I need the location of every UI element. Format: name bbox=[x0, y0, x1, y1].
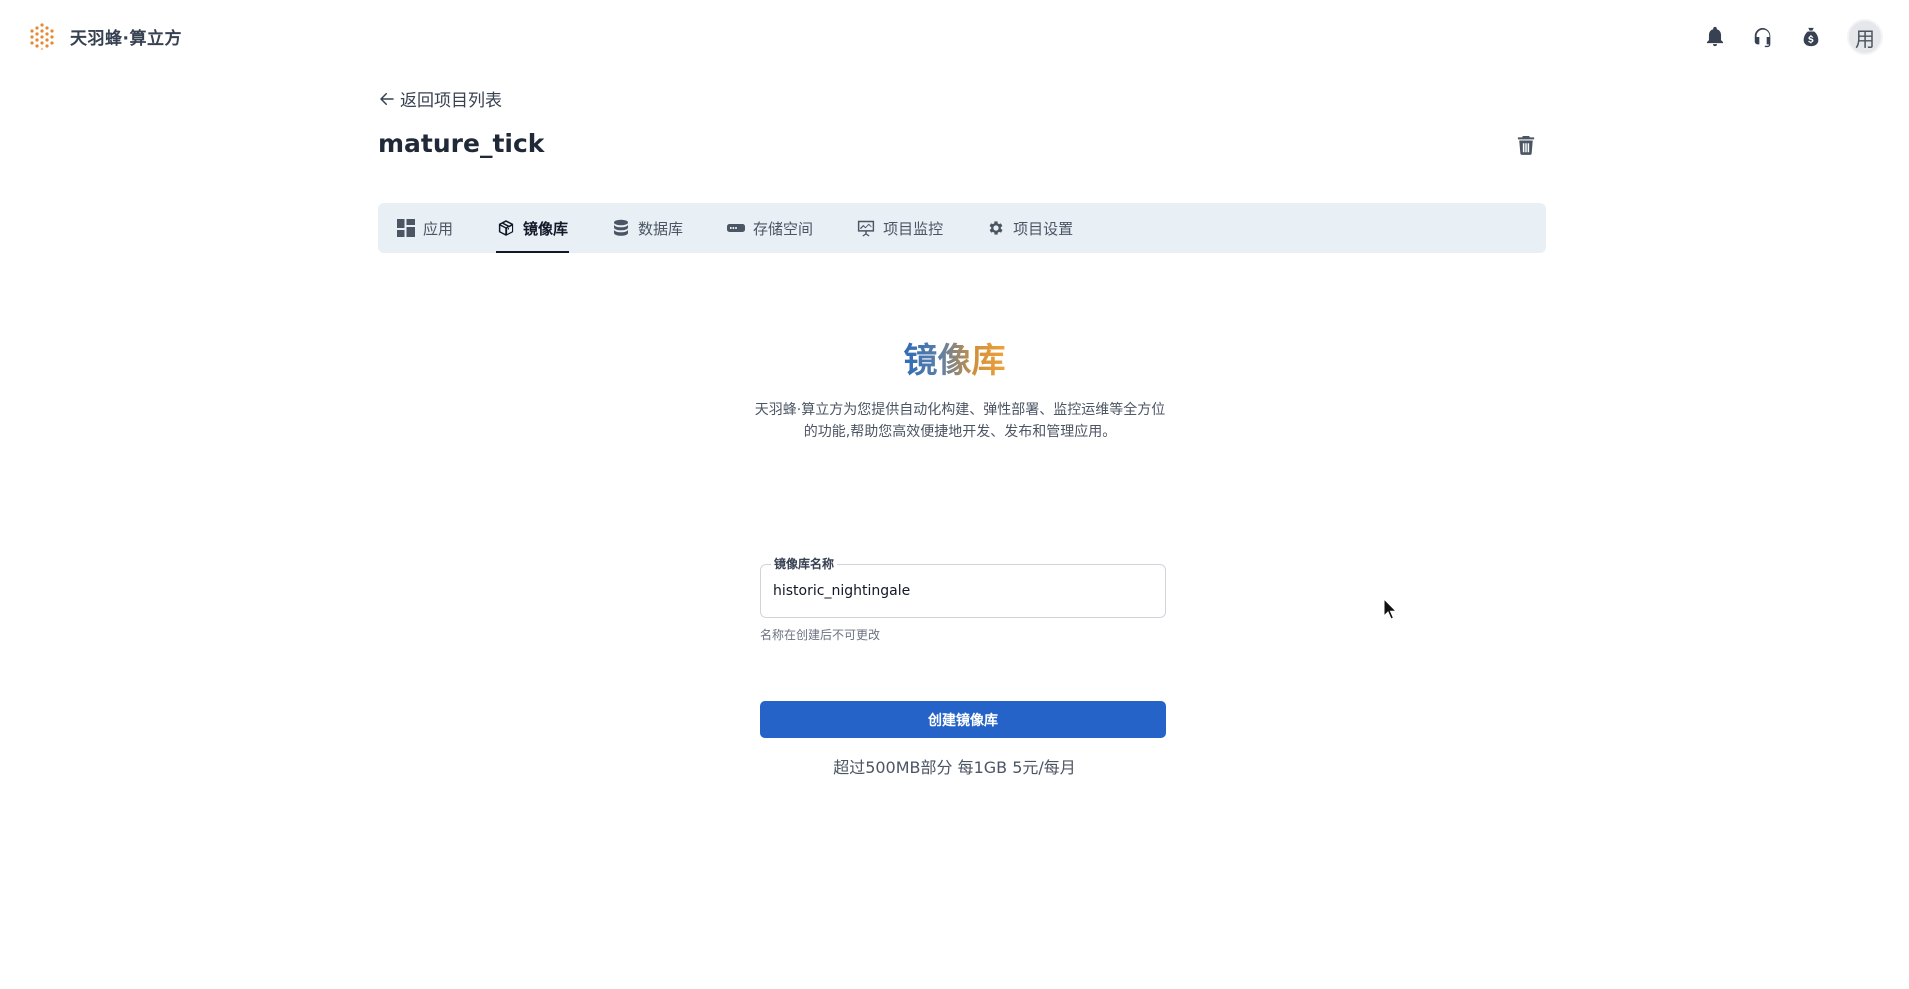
monitor-icon bbox=[857, 220, 875, 237]
top-bar: 天羽蜂·算立方 用 bbox=[0, 0, 1909, 74]
storage-icon bbox=[727, 224, 746, 232]
section-description: 天羽蜂·算立方为您提供自动化构建、弹性部署、监控运维等全方位的功能,帮助您高效便… bbox=[754, 402, 1166, 440]
tab-apps[interactable]: 应用 bbox=[396, 203, 454, 253]
back-to-projects-link[interactable]: 返回项目列表 bbox=[378, 86, 502, 111]
user-avatar[interactable]: 用 bbox=[1847, 19, 1883, 55]
tab-label: 存储空间 bbox=[753, 219, 814, 238]
brand-name: 天羽蜂·算立方 bbox=[70, 28, 182, 49]
registry-name-label: 镜像库名称 bbox=[771, 555, 838, 572]
create-registry-button[interactable]: 创建镜像库 bbox=[760, 701, 1166, 738]
section-title: 镜像库 bbox=[0, 333, 1909, 382]
tab-label: 镜像库 bbox=[523, 219, 569, 238]
billing-button[interactable] bbox=[1799, 25, 1823, 49]
project-tabs: 应用 镜像库 数据库 存储空间 项目监控 项目设置 bbox=[378, 203, 1546, 253]
tab-database[interactable]: 数据库 bbox=[611, 203, 684, 253]
registry-name-hint: 名称在创建后不可更改 bbox=[760, 628, 881, 642]
brand-logo-icon bbox=[30, 23, 54, 50]
delete-project-button[interactable] bbox=[1515, 133, 1537, 157]
tab-storage[interactable]: 存储空间 bbox=[726, 203, 814, 253]
support-button[interactable] bbox=[1751, 25, 1775, 49]
registry-name-input[interactable] bbox=[773, 579, 1153, 603]
grid-icon bbox=[397, 219, 415, 237]
database-icon bbox=[614, 219, 629, 236]
tab-label: 应用 bbox=[423, 219, 454, 238]
mouse-cursor-icon bbox=[1383, 598, 1397, 620]
tab-monitoring[interactable]: 项目监控 bbox=[856, 203, 944, 253]
tab-settings[interactable]: 项目设置 bbox=[986, 203, 1074, 253]
top-actions: 用 bbox=[1703, 19, 1883, 55]
package-icon bbox=[498, 220, 514, 236]
tab-label: 项目监控 bbox=[883, 219, 944, 238]
money-bag-icon bbox=[1803, 27, 1819, 47]
headset-icon bbox=[1754, 27, 1771, 48]
trash-icon bbox=[1517, 136, 1535, 155]
section-title-text: 镜像库 bbox=[903, 341, 1006, 381]
brand[interactable]: 天羽蜂·算立方 bbox=[28, 22, 182, 50]
tab-label: 项目设置 bbox=[1013, 219, 1074, 238]
gear-icon bbox=[989, 221, 1003, 235]
back-link-label: 返回项目列表 bbox=[400, 91, 502, 111]
pricing-note: 超过500MB部分 每1GB 5元/每月 bbox=[833, 758, 1076, 777]
notifications-button[interactable] bbox=[1703, 25, 1727, 49]
bell-icon bbox=[1706, 26, 1724, 47]
tab-label: 数据库 bbox=[638, 219, 684, 238]
tab-image-registry[interactable]: 镜像库 bbox=[496, 203, 570, 253]
project-title: mature_tick bbox=[378, 129, 545, 158]
arrow-left-icon bbox=[380, 92, 394, 105]
registry-name-field: 镜像库名称 bbox=[760, 555, 1166, 618]
